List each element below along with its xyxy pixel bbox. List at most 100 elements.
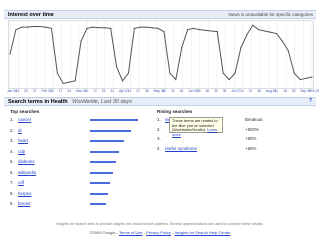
rise-percent: +60% xyxy=(245,145,257,151)
top-search-row: 8. herpes xyxy=(10,191,150,199)
data-point xyxy=(234,72,236,74)
popularity-bar xyxy=(90,171,114,174)
popularity-bar xyxy=(90,203,107,205)
data-point xyxy=(74,80,76,82)
rise-percent: Breakout xyxy=(245,117,263,122)
row-number: 7. xyxy=(10,180,14,185)
search-term-link[interactable]: cancer xyxy=(18,117,31,122)
rising-search-row: 4. reefer syndrome +60% xyxy=(157,146,315,154)
data-point xyxy=(192,27,195,29)
search-terms-title: Search terms in Health xyxy=(8,99,68,105)
data-point xyxy=(80,40,82,42)
search-term-link[interactable]: cdf xyxy=(18,180,24,185)
data-point xyxy=(33,25,35,28)
data-point xyxy=(86,27,88,29)
data-point xyxy=(98,27,100,29)
search-term-link[interactable]: reefer syndrome xyxy=(165,146,197,151)
popularity-bar xyxy=(90,140,124,142)
data-point xyxy=(287,50,289,52)
top-search-row: 1. cancer xyxy=(10,117,150,125)
data-point xyxy=(50,27,53,29)
x-tick-label: 19 xyxy=(170,89,175,93)
data-point xyxy=(163,31,165,33)
data-point xyxy=(228,79,230,81)
related-terms-tooltip: These terms are related to the filter yo… xyxy=(169,117,223,136)
footnote: Insights for Search aims to provide insi… xyxy=(56,222,264,226)
popularity-bar xyxy=(90,182,111,184)
data-point xyxy=(62,82,64,85)
x-tick-label: 09 xyxy=(196,89,201,93)
data-point xyxy=(92,26,94,28)
x-tick-label: 18 xyxy=(283,89,287,93)
data-point xyxy=(246,34,248,36)
page-footer: ©2009 Google - Terms of Use - Privacy Po… xyxy=(89,230,231,235)
x-tick-label: 28 xyxy=(145,89,149,93)
data-point xyxy=(139,26,141,28)
data-point xyxy=(187,29,189,31)
search-term-link[interactable]: breast xyxy=(18,201,30,206)
rising-searches-label: Rising searches xyxy=(157,109,193,114)
data-point xyxy=(311,76,313,78)
rise-percent: +500% xyxy=(245,126,259,132)
row-number: 8. xyxy=(10,190,14,196)
x-axis-labels: Jan 06 13 20 27 Feb 03 10 17 24 Mar 03 10 17 24 31 Ap… xyxy=(7,89,319,95)
data-point xyxy=(181,47,183,49)
x-tick-label: 17 xyxy=(93,89,97,93)
interest-over-time-title: Interest over time xyxy=(8,12,54,18)
data-point xyxy=(299,79,301,81)
x-tick-label: 12 xyxy=(162,89,166,93)
data-point xyxy=(44,26,47,28)
popularity-bar xyxy=(90,119,138,121)
x-tick-label: 21 xyxy=(248,89,253,93)
row-number: 9. xyxy=(10,201,14,206)
top-search-row: 9. breast xyxy=(10,201,150,209)
terms-of-use-link[interactable]: Terms of Use xyxy=(119,230,143,235)
data-point xyxy=(281,40,283,42)
top-search-row: 6. wikipedia xyxy=(10,170,150,178)
x-tick-label: 28 xyxy=(257,89,261,93)
search-terms-subtitle: Worldwide, Last 30 days xyxy=(72,99,133,105)
data-point xyxy=(169,72,171,74)
data-point xyxy=(110,27,112,29)
popularity-bar xyxy=(90,129,131,132)
search-term-link[interactable]: herpes xyxy=(18,191,31,196)
data-point xyxy=(258,29,260,31)
x-tick-label: 20 xyxy=(24,89,28,93)
row-number: 3. xyxy=(157,136,161,141)
popularity-bar xyxy=(90,150,119,153)
privacy-policy-link[interactable]: Privacy Policy xyxy=(146,230,171,235)
data-point xyxy=(39,25,41,28)
copyright-text: ©2009 Google - xyxy=(89,230,118,235)
data-point xyxy=(104,27,106,29)
row-number: 6. xyxy=(10,169,14,175)
data-point xyxy=(15,29,17,31)
data-point xyxy=(56,72,58,74)
top-search-row: 4. cdp xyxy=(10,149,150,157)
x-tick-label: 27 xyxy=(32,89,37,93)
search-term-link[interactable]: diabetes xyxy=(18,159,35,164)
row-number: 1. xyxy=(157,117,161,122)
x-tick-label: Feb 22 xyxy=(309,89,320,93)
data-point xyxy=(21,26,23,28)
search-term-link[interactable]: dr xyxy=(18,128,22,133)
help-center-link[interactable]: Insights for Search Help Center xyxy=(175,230,231,235)
x-tick-label: 10 xyxy=(50,89,54,93)
data-point xyxy=(293,72,295,74)
x-tick-label: 14 xyxy=(127,89,132,93)
x-tick-label: 21 xyxy=(136,89,141,93)
top-search-row: 5. diabetes xyxy=(10,159,150,167)
search-term-link[interactable]: heart xyxy=(18,138,28,143)
help-icon[interactable]: ? xyxy=(309,98,312,104)
data-point xyxy=(198,29,201,31)
search-term-link[interactable]: cdp xyxy=(18,149,25,154)
row-number: 3. xyxy=(10,138,14,143)
popularity-bar xyxy=(90,192,109,195)
x-tick-label: 23 xyxy=(214,89,218,93)
x-tick-label: 24 xyxy=(67,89,72,93)
search-term-link[interactable]: wikipedia xyxy=(18,170,36,175)
data-point xyxy=(216,31,218,33)
x-tick-label: 10 xyxy=(84,89,89,93)
data-point xyxy=(204,29,207,31)
data-point xyxy=(133,27,135,29)
top-search-row: 7. cdf xyxy=(10,180,150,188)
